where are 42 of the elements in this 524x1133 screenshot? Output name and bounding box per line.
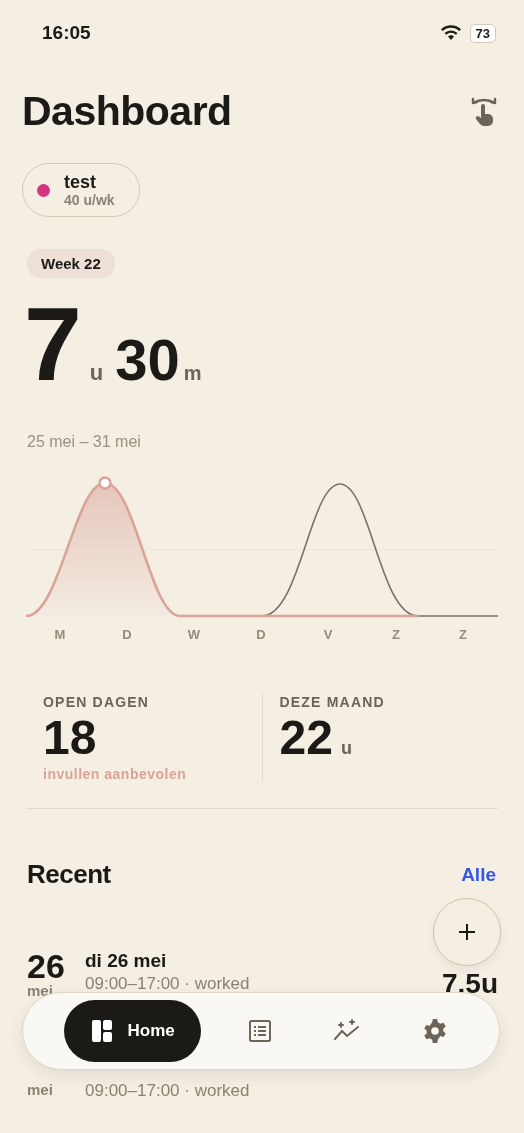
entry-hours: 7.5u — [441, 968, 498, 1000]
entry-detail: 09:00–17:00 · worked — [85, 1081, 251, 1100]
hours-unit: u — [89, 360, 104, 386]
day-label: D — [256, 627, 266, 642]
settings-icon — [422, 1018, 449, 1044]
stat-note: invullen aanbevolen — [43, 766, 188, 782]
stat-value: 18 — [43, 710, 97, 766]
entry-day: 26 — [27, 950, 85, 982]
stat-unit: u — [340, 738, 352, 759]
day-label: Z — [392, 627, 400, 642]
entry-detail: 09:00–17:00 · worked — [85, 974, 251, 993]
status-time: 16:05 — [42, 22, 91, 44]
dashboard-icon — [89, 1019, 114, 1043]
tab-item[interactable]: Home — [63, 1000, 201, 1062]
day-label: Z — [459, 627, 467, 642]
day-label: W — [187, 627, 201, 642]
list-icon — [248, 1019, 272, 1043]
stat-value: 22 — [279, 710, 333, 766]
project-name: test — [64, 172, 97, 192]
total-minutes: 30 — [115, 326, 180, 393]
tap-gesture-icon[interactable] — [470, 95, 498, 128]
project-hours: 40 u/wk — [64, 192, 115, 208]
battery-level: 73 — [469, 23, 496, 43]
minutes-unit: m — [183, 362, 202, 385]
day-label: M — [54, 627, 66, 642]
entry-month: mei — [27, 1081, 54, 1098]
total-hours: 7 — [24, 292, 82, 396]
date-range: 25 mei – 31 mei — [27, 433, 142, 451]
peak-marker — [98, 476, 112, 490]
entry-date: di 26 mei — [85, 950, 168, 972]
page-title: Dashboard — [22, 88, 232, 135]
stat-label: DEZE MAAND — [279, 694, 386, 710]
week-badge: Week 22 — [27, 249, 115, 278]
see-all-link[interactable]: Alle — [461, 863, 496, 886]
sparkle-chart-icon — [333, 1019, 362, 1043]
wifi-icon — [439, 25, 462, 41]
day-label: D — [122, 627, 132, 642]
entry-month: mei — [27, 982, 54, 999]
section-title: Recent — [27, 859, 111, 890]
day-label: V — [323, 627, 333, 642]
plus-icon — [458, 923, 476, 941]
stat-label: OPEN DAGEN — [43, 694, 151, 710]
